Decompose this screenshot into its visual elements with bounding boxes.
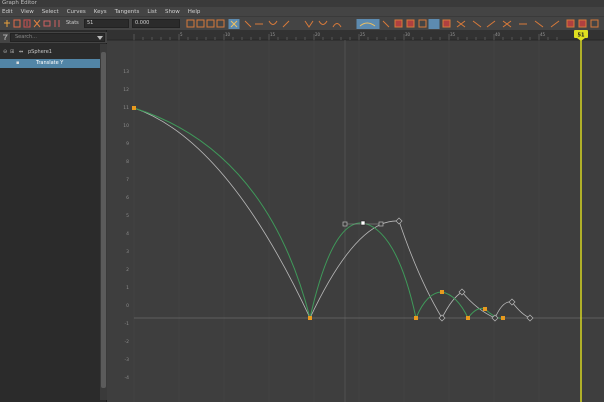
expand-toggle-icon[interactable]: ⊖ <box>3 48 7 57</box>
menu-keys[interactable]: Keys <box>94 9 107 15</box>
value-label: -4 <box>125 375 130 381</box>
tree-item-translate-y[interactable]: ▪ Translate Y <box>0 59 100 68</box>
curve-tools-strip <box>186 19 599 29</box>
value-label: 6 <box>126 195 129 201</box>
menu-view[interactable]: View <box>21 9 34 15</box>
add-key-icon[interactable] <box>23 19 31 28</box>
stats-label: Stats <box>66 20 79 26</box>
menu-bar: Edit View Select Curves Keys Tangents Li… <box>0 7 604 16</box>
value-label: 13 <box>123 69 129 75</box>
value-label: 2 <box>126 267 129 273</box>
lattice-icon[interactable] <box>33 19 41 28</box>
ruler-label: 15 <box>270 32 276 37</box>
keyframe[interactable] <box>414 316 418 320</box>
keyframe[interactable] <box>466 316 470 320</box>
chevron-down-icon[interactable] <box>97 36 103 40</box>
value-label: 0 <box>126 303 129 309</box>
region-icon[interactable] <box>43 19 51 28</box>
ruler-label: 35 <box>450 32 456 37</box>
value-label: 4 <box>126 231 129 237</box>
keyframe[interactable] <box>132 106 136 110</box>
ruler-label: 45 <box>540 32 546 37</box>
graph-view[interactable]: 5 10 15 20 25 30 35 40 45 13 12 11 10 9 … <box>107 30 604 402</box>
menu-select[interactable]: Select <box>42 9 59 15</box>
curve-outliner: Search... ⊖ ⊞ ⇔ pSphere1 ▪ Translate Y <box>0 30 107 402</box>
keyframe[interactable] <box>440 290 444 294</box>
value-label: 12 <box>123 87 129 93</box>
value-label: -1 <box>125 321 130 327</box>
value-label: 1 <box>126 285 129 291</box>
connector-icon: ⇔ <box>19 49 24 55</box>
tangent-tool-icons[interactable] <box>186 19 599 29</box>
value-ruler: 13 12 11 10 9 8 7 6 5 4 3 2 1 0 -1 -2 -3… <box>123 69 129 381</box>
ruler-label: 20 <box>315 32 321 37</box>
keyframe-selected[interactable] <box>360 220 366 226</box>
menu-edit[interactable]: Edit <box>2 9 13 15</box>
ruler-label: 30 <box>405 32 411 37</box>
tangent-handle-key[interactable] <box>378 221 384 227</box>
grid-vertical <box>133 40 540 402</box>
menu-list[interactable]: List <box>147 9 157 15</box>
value-label: 5 <box>126 213 129 219</box>
ghost-key <box>395 217 403 225</box>
ghost-key <box>491 314 499 322</box>
transform-node-icon: ⊞ <box>10 49 15 55</box>
value-label: -3 <box>125 357 130 363</box>
keyframe[interactable] <box>483 307 487 311</box>
menu-tangents[interactable]: Tangents <box>115 9 140 15</box>
menu-curves[interactable]: Curves <box>67 9 86 15</box>
ghost-curve <box>133 107 531 319</box>
current-frame-label: 51 <box>578 32 585 38</box>
keyframe[interactable] <box>308 316 312 320</box>
value-label: 10 <box>123 123 129 129</box>
tangent-handle-key[interactable] <box>342 221 348 227</box>
value-label: 9 <box>126 141 129 147</box>
ghost-key <box>526 314 534 322</box>
filter-icon[interactable] <box>2 34 8 41</box>
outliner-searchbar: Search... <box>0 32 107 43</box>
tree-item-label: Translate Y <box>36 60 64 66</box>
insert-key-icon[interactable] <box>13 19 21 28</box>
keyframe[interactable] <box>501 316 505 320</box>
value-label: 3 <box>126 249 129 255</box>
ghost-key <box>438 314 446 322</box>
ruler-label: 10 <box>225 32 231 37</box>
search-input[interactable]: Search... <box>10 33 105 42</box>
tree-item-psphere1[interactable]: ⊖ ⊞ ⇔ pSphere1 <box>0 48 100 57</box>
outliner-scroll-thumb[interactable] <box>101 52 106 388</box>
value-label: 8 <box>126 159 129 165</box>
value-label: -2 <box>125 339 130 345</box>
ghost-keys <box>342 217 534 322</box>
attribute-icon: ▪ <box>16 60 20 66</box>
menu-show[interactable]: Show <box>165 9 180 15</box>
stats-value-field[interactable]: 0.000 <box>132 19 180 28</box>
ruler-label: 40 <box>495 32 501 37</box>
graph-canvas[interactable]: 5 10 15 20 25 30 35 40 45 13 12 11 10 9 … <box>107 30 604 402</box>
value-label: 7 <box>126 177 129 183</box>
retime-icon[interactable] <box>53 19 61 28</box>
translate-y-curve[interactable] <box>133 107 504 320</box>
move-key-icon[interactable] <box>3 19 11 28</box>
outliner-scrollbar[interactable] <box>100 44 107 400</box>
value-label: 11 <box>123 105 129 111</box>
window-title: Graph Editor <box>0 0 604 7</box>
tree-item-label: pSphere1 <box>28 49 52 55</box>
ruler-label: 25 <box>360 32 366 37</box>
menu-help[interactable]: Help <box>188 9 201 15</box>
stats-time-field[interactable]: 51 <box>84 19 129 28</box>
toolbar: Stats 51 0.000 <box>0 16 604 30</box>
